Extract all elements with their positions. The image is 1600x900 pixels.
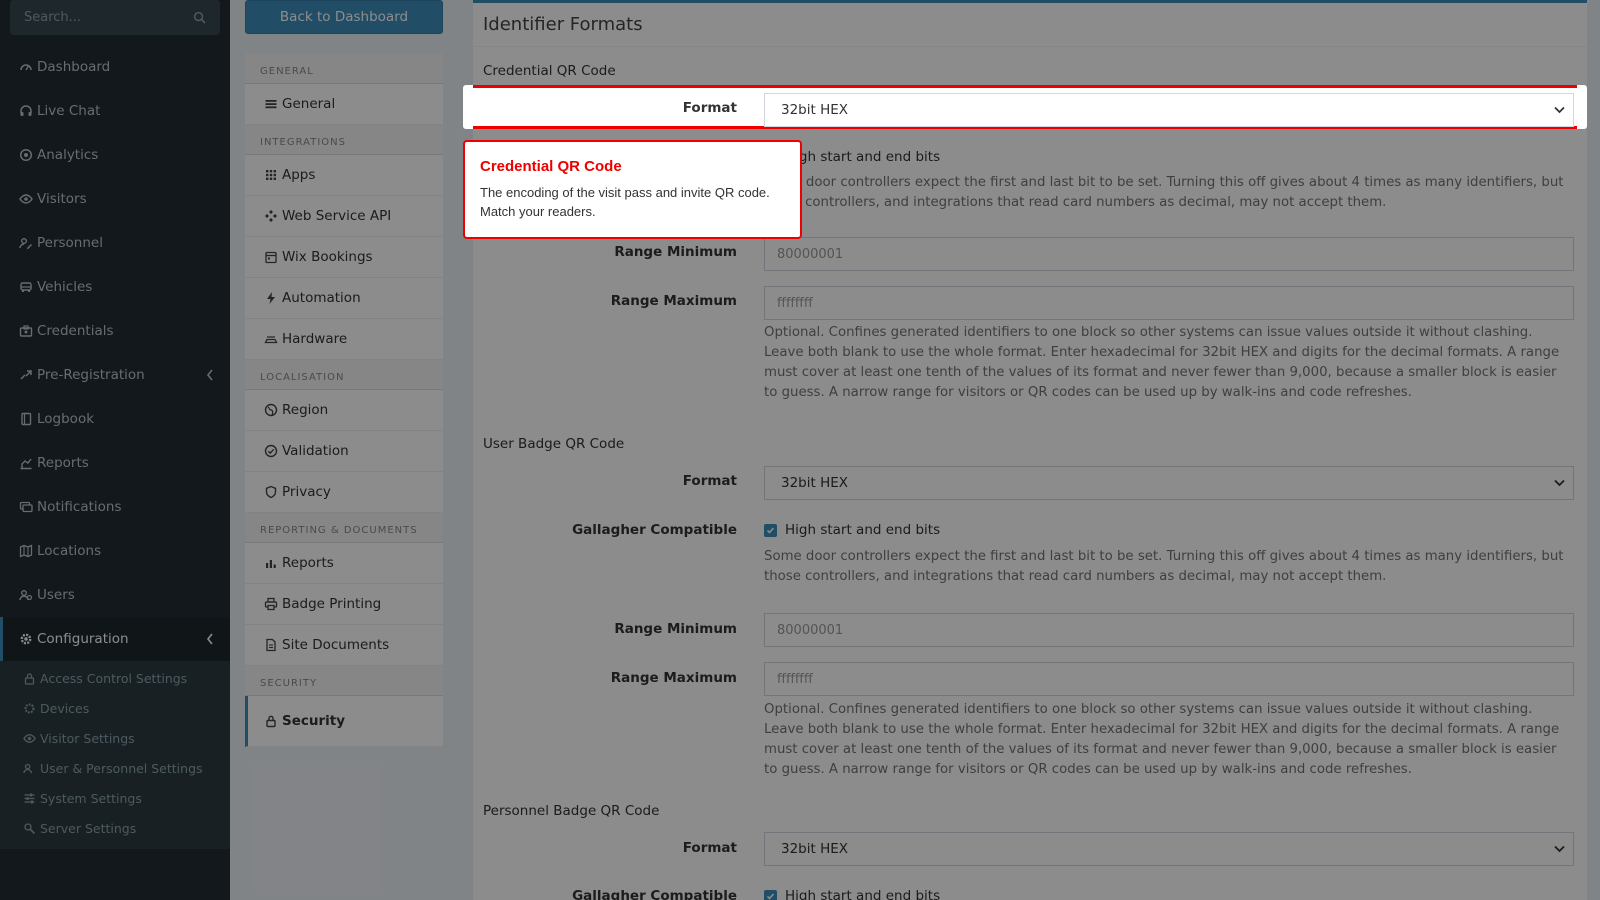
select-value: 32bit HEX — [781, 102, 849, 118]
tour-popover-body: The encoding of the visit pass and invit… — [480, 185, 770, 219]
tour-highlight-credential-format: Format 32bit HEX — [463, 85, 1587, 129]
tour-popover: Credential QR Code The encoding of the v… — [463, 140, 802, 239]
format-label: Format — [682, 100, 737, 116]
tour-backdrop[interactable] — [0, 0, 1600, 900]
chevron-down-icon — [1554, 106, 1565, 114]
tour-popover-title: Credential QR Code — [480, 158, 622, 175]
tour-highlight-frame: Format 32bit HEX — [473, 85, 1577, 129]
credential-format-select-highlighted[interactable]: 32bit HEX — [764, 93, 1574, 127]
